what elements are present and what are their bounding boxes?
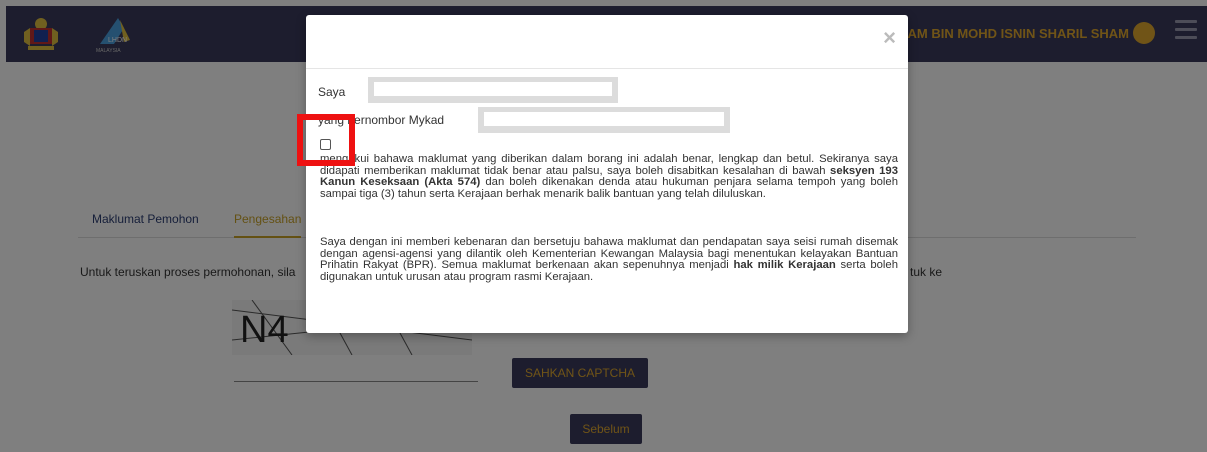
declaration-paragraph: mengakui bahawa maklumat yang diberikan … bbox=[306, 153, 898, 200]
modal-header: × bbox=[306, 15, 908, 69]
mykad-field-value bbox=[484, 112, 724, 126]
name-field-value bbox=[374, 82, 612, 96]
name-field bbox=[368, 77, 618, 103]
consent-paragraph: Saya dengan ini memberi kebenaran dan be… bbox=[306, 236, 898, 283]
declaration-modal: × Saya yang bernombor Mykad mengakui bah… bbox=[306, 15, 908, 333]
close-icon[interactable]: × bbox=[883, 25, 896, 51]
consent-text-bold: hak milik Kerajaan bbox=[733, 259, 836, 271]
declaration-text-a: mengakui bahawa maklumat yang diberikan … bbox=[320, 153, 898, 177]
mykad-field bbox=[478, 107, 730, 133]
checkbox-highlight-box bbox=[297, 114, 355, 166]
saya-label: Saya bbox=[318, 85, 346, 99]
